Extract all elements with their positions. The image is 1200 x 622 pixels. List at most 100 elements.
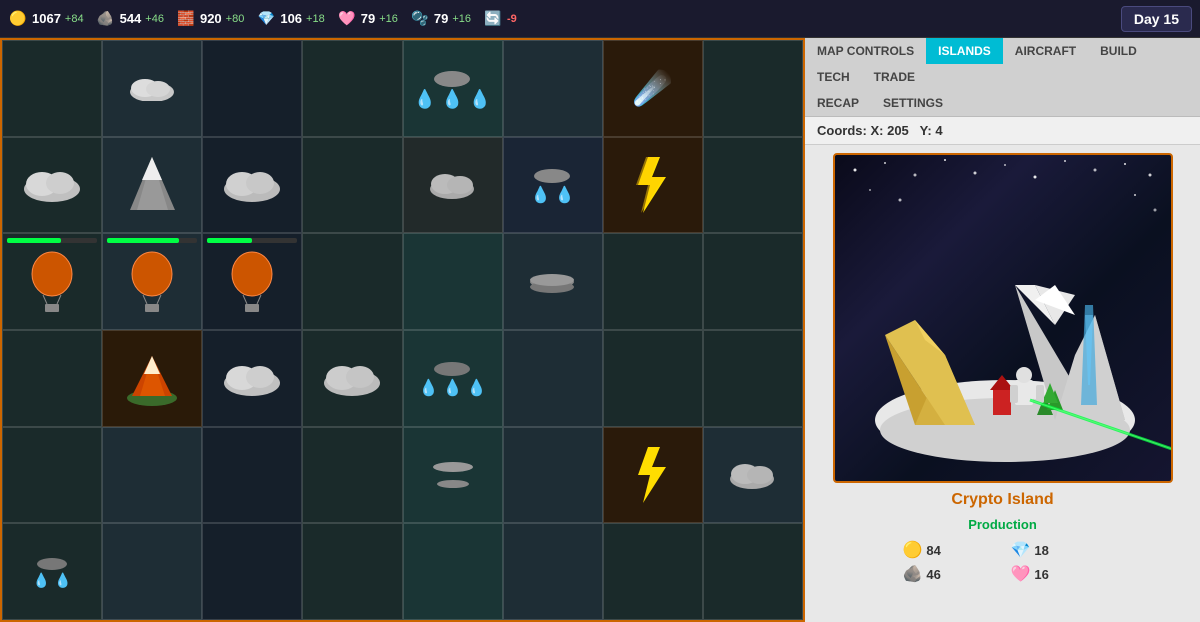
map-cell[interactable] — [503, 330, 603, 427]
map-cell-balloon1[interactable] — [2, 233, 102, 330]
island-preview: Crypto Island Production 🟡 84 💎 18 🪨 46 … — [805, 145, 1200, 592]
map-cell-rain[interactable]: 💧 💧 💧 — [403, 40, 503, 137]
gem-value: 106 — [280, 11, 302, 26]
map-cell-cloud[interactable] — [202, 137, 302, 234]
map-cell[interactable] — [302, 137, 402, 234]
coords-x-value: 205 — [887, 123, 909, 138]
map-cell[interactable] — [202, 40, 302, 137]
map-cell-cloud[interactable] — [2, 137, 102, 234]
wood-icon: 🧱 — [176, 9, 196, 29]
map-cell[interactable] — [703, 40, 803, 137]
map-cell[interactable] — [703, 523, 803, 620]
map-cell[interactable] — [603, 233, 703, 330]
prod-silver-val: 46 — [926, 567, 940, 582]
tab-trade[interactable]: TRADE — [862, 64, 927, 90]
tab-aircraft[interactable]: AIRCRAFT — [1003, 38, 1088, 64]
silver-delta: +46 — [145, 13, 164, 25]
tab-settings[interactable]: SETTINGS — [871, 90, 955, 116]
map-cell-cloud-gray[interactable] — [703, 427, 803, 524]
island-production-label: Production — [968, 517, 1037, 532]
wood-delta: +80 — [226, 13, 245, 25]
map-cell[interactable] — [202, 523, 302, 620]
silver-icon: 🪨 — [96, 9, 116, 29]
map-cell[interactable] — [703, 233, 803, 330]
prod-crystal-icon: 🩷 — [1011, 564, 1031, 584]
map-cell[interactable] — [403, 233, 503, 330]
map-cell[interactable] — [302, 523, 402, 620]
map-cell[interactable] — [2, 40, 102, 137]
map-cell[interactable] — [703, 330, 803, 427]
map-cell[interactable] — [102, 427, 202, 524]
aether-delta: +16 — [452, 13, 471, 25]
map-area[interactable]: 💧 💧 💧 ☄️ — [0, 38, 805, 622]
prod-crystal: 🩷 16 — [1011, 564, 1103, 584]
main-layout: 💧 💧 💧 ☄️ — [0, 38, 1200, 622]
crystal-value: 79 — [361, 11, 375, 26]
map-cell-volcano[interactable] — [102, 330, 202, 427]
map-cell[interactable] — [302, 40, 402, 137]
gold-value: 1067 — [32, 11, 61, 26]
silver-value: 544 — [120, 11, 142, 26]
map-cell-lightning[interactable] — [603, 137, 703, 234]
resource-wood: 🧱 920 +80 — [176, 9, 244, 29]
map-cell[interactable] — [503, 40, 603, 137]
map-cell[interactable] — [302, 233, 402, 330]
prod-gold: 🟡 84 — [903, 540, 995, 560]
resource-crystal: 🩷 79 +16 — [337, 9, 398, 29]
resource-silver: 🪨 544 +46 — [96, 9, 164, 29]
tab-tech[interactable]: TecH — [805, 64, 862, 90]
right-panel: MAP CONTROLS ISLANDS AIRCRAFT BUILD TecH… — [805, 38, 1200, 622]
top-bar: 🟡 1067 +84 🪨 544 +46 🧱 920 +80 💎 106 +18… — [0, 0, 1200, 38]
map-cell-cloud[interactable] — [202, 330, 302, 427]
prod-silver-icon: 🪨 — [903, 564, 923, 584]
map-cell[interactable] — [2, 427, 102, 524]
crystal-delta: +16 — [379, 13, 398, 25]
tab-recap[interactable]: RECAP — [805, 90, 871, 116]
map-cell[interactable] — [603, 330, 703, 427]
crypto-value: -9 — [507, 13, 517, 25]
aether-icon: 🫧 — [410, 9, 430, 29]
map-cell-meteor[interactable]: ☄️ — [603, 40, 703, 137]
map-cell[interactable] — [603, 523, 703, 620]
map-cell-mountain[interactable] — [102, 137, 202, 234]
island-name: Crypto Island — [951, 491, 1053, 509]
map-cell[interactable] — [102, 523, 202, 620]
map-cell-platform[interactable] — [503, 233, 603, 330]
prod-silver: 🪨 46 — [903, 564, 995, 584]
tab-islands[interactable]: ISLANDS — [926, 38, 1003, 64]
map-cell-rain3[interactable]: 💧 💧 💧 — [403, 330, 503, 427]
map-cell-cloud2[interactable] — [403, 137, 503, 234]
map-grid: 💧 💧 💧 ☄️ — [2, 40, 803, 620]
production-grid: 🟡 84 💎 18 🪨 46 🩷 16 — [903, 540, 1103, 584]
map-cell-rain2[interactable]: 💧 💧 — [503, 137, 603, 234]
gold-delta: +84 — [65, 13, 84, 25]
crystal-icon: 🩷 — [337, 9, 357, 29]
map-cell-balloon3[interactable] — [202, 233, 302, 330]
coords-label: Coords: — [817, 123, 867, 138]
map-cell[interactable] — [202, 427, 302, 524]
crypto-icon: 🔄 — [483, 9, 503, 29]
prod-crystal-val: 16 — [1034, 567, 1048, 582]
map-cell-balloon2[interactable] — [102, 233, 202, 330]
prod-gem-icon: 💎 — [1011, 540, 1031, 560]
map-cell[interactable] — [102, 40, 202, 137]
map-cell[interactable] — [503, 427, 603, 524]
map-cell[interactable] — [403, 523, 503, 620]
resource-gold: 🟡 1067 +84 — [8, 9, 84, 29]
map-cell-lightning2[interactable] — [603, 427, 703, 524]
map-cell[interactable] — [703, 137, 803, 234]
map-cell[interactable] — [2, 330, 102, 427]
map-cell-rain-small[interactable]: 💧 💧 — [2, 523, 102, 620]
map-cell-platforms[interactable] — [403, 427, 503, 524]
day-badge: Day 15 — [1121, 6, 1192, 32]
coords-x-label: X: — [870, 123, 883, 138]
map-cell-cloud[interactable] — [302, 330, 402, 427]
aether-value: 79 — [434, 11, 448, 26]
coords-y-label: Y: — [920, 123, 932, 138]
map-cell[interactable] — [302, 427, 402, 524]
resource-crypto: 🔄 -9 — [483, 9, 517, 29]
tab-map-controls[interactable]: MAP CONTROLS — [805, 38, 926, 64]
tab-build[interactable]: BUILD — [1088, 38, 1149, 64]
resource-gem: 💎 106 +18 — [256, 9, 324, 29]
map-cell[interactable] — [503, 523, 603, 620]
